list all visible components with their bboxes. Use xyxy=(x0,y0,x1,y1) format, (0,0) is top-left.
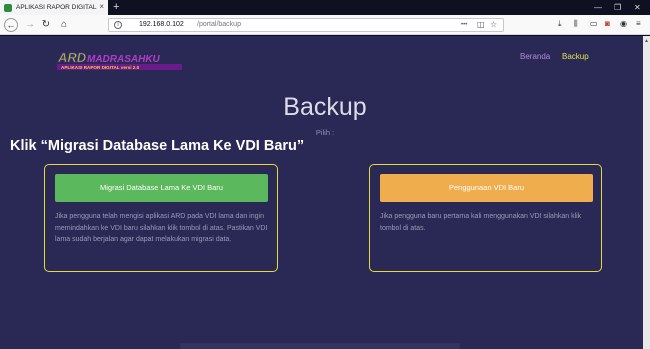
reload-icon[interactable]: ↻ xyxy=(40,18,52,32)
migration-card: Migrasi Database Lama Ke VDI Baru Jika p… xyxy=(44,164,278,272)
choose-prompt: Pilih : xyxy=(315,128,335,137)
footer xyxy=(180,343,460,349)
tab-close-icon[interactable]: × xyxy=(99,2,104,11)
address-bar[interactable]: i 192.168.0.102 /portal/backup ••• ◫ ☆ xyxy=(108,18,504,32)
logo-main-text: ARD xyxy=(57,50,87,65)
sidebar-icon[interactable]: ▭ xyxy=(590,19,598,28)
tab-bar: APLIKASI RAPOR DIGITAL × + — ❐ ✕ xyxy=(0,0,650,15)
pocket-icon[interactable]: ◫ xyxy=(477,20,485,29)
window-close-button[interactable]: ✕ xyxy=(634,0,641,15)
new-tab-button[interactable]: + xyxy=(113,0,119,15)
url-path: /portal/backup xyxy=(197,21,241,28)
instruction-caption: Klik “Migrasi Database Lama Ke VDI Baru” xyxy=(10,138,305,154)
minimize-button[interactable]: — xyxy=(594,0,602,15)
nav-beranda[interactable]: Beranda xyxy=(520,52,550,61)
extension-icon[interactable]: ◙ xyxy=(605,19,610,28)
nav-backup[interactable]: Backup xyxy=(562,52,589,61)
home-icon[interactable]: ⌂ xyxy=(58,18,70,32)
new-vdi-card: Penggunaan VDI Baru Jika pengguna baru p… xyxy=(369,164,602,272)
logo-sub-text: APLIKASI RAPOR DIGITAL versi 2.0 xyxy=(61,65,140,70)
bookmark-star-icon[interactable]: ☆ xyxy=(490,20,497,29)
migration-description: Jika pengguna telah mengisi aplikasi ARD… xyxy=(55,213,268,243)
migrate-database-button[interactable]: Migrasi Database Lama Ke VDI Baru xyxy=(55,174,268,202)
page-actions-icon[interactable]: ••• xyxy=(461,22,467,28)
logo-brand-text: MADRASAHKU xyxy=(87,54,161,65)
menu-icon[interactable]: ≡ xyxy=(636,19,641,28)
page-title: Backup xyxy=(283,93,367,121)
download-icon[interactable]: ⤓ xyxy=(558,19,562,29)
scrollbar[interactable] xyxy=(643,36,650,349)
info-icon[interactable]: i xyxy=(114,21,122,29)
favicon-icon xyxy=(4,3,12,12)
scroll-up-icon[interactable]: ▲ xyxy=(644,38,649,44)
new-vdi-button[interactable]: Penggunaan VDI Baru xyxy=(380,174,593,202)
ard-madrasahku-logo: ARD MADRASAHKU APLIKASI RAPOR DIGITAL ve… xyxy=(57,50,182,70)
restore-button[interactable]: ❐ xyxy=(614,0,621,15)
library-icon[interactable]: ⫼ xyxy=(574,19,578,29)
account-icon[interactable]: ◉ xyxy=(620,19,627,28)
tab-title: APLIKASI RAPOR DIGITAL xyxy=(16,4,97,11)
forward-arrow-icon[interactable]: → xyxy=(24,18,36,32)
back-arrow-icon[interactable]: ← xyxy=(4,18,18,32)
new-vdi-description: Jika pengguna baru pertama kali mengguna… xyxy=(380,213,582,232)
url-host: 192.168.0.102 xyxy=(139,21,184,28)
browser-toolbar: ← → ↻ ⌂ i 192.168.0.102 /portal/backup •… xyxy=(0,15,650,35)
browser-tab[interactable]: APLIKASI RAPOR DIGITAL × xyxy=(0,0,108,15)
